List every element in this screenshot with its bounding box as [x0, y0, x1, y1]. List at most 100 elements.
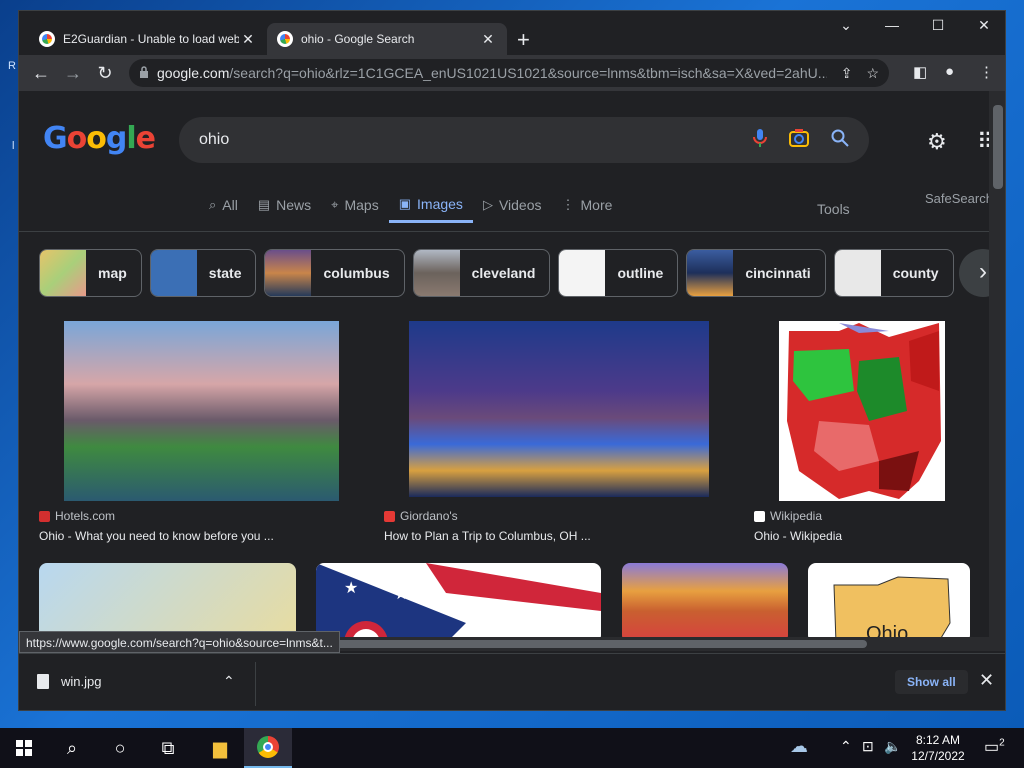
reload-button[interactable]: ↻ — [93, 61, 117, 85]
chip-columbus[interactable]: columbus — [264, 249, 405, 297]
search-icon[interactable]: ⌕ — [48, 728, 96, 768]
network-icon[interactable]: ⊡ — [862, 738, 874, 755]
windows-logo-icon — [16, 740, 32, 756]
image-result[interactable] — [39, 563, 296, 637]
maximize-button[interactable]: ☐ — [915, 17, 961, 34]
address-bar[interactable]: google.com/search?q=ohio&rlz=1C1GCEA_enU… — [129, 59, 889, 87]
back-button[interactable]: ← — [29, 61, 53, 85]
play-icon: ▷ — [482, 197, 493, 212]
logo-letter: o — [66, 121, 88, 156]
tools-button[interactable]: Tools — [817, 201, 850, 217]
tab-search-button[interactable]: ⌄ — [823, 17, 869, 34]
gear-icon[interactable]: ⚙ — [927, 129, 947, 155]
task-view-icon[interactable]: ⧉ — [144, 728, 192, 768]
side-panel-icon[interactable]: ◧ — [913, 63, 927, 81]
chip-cleveland[interactable]: cleveland — [412, 249, 551, 297]
logo-letter: G — [43, 121, 68, 156]
clock-time: 8:12 AM — [915, 733, 961, 747]
chrome-center — [263, 742, 273, 752]
system-clock[interactable]: 8:12 AM 12/7/2022 — [906, 732, 970, 764]
menu-dots-icon[interactable]: ⋮ — [979, 63, 994, 81]
chevron-up-icon[interactable]: ⌃ — [223, 673, 235, 690]
tab-news[interactable]: ▤ News — [248, 187, 321, 223]
profile-icon[interactable]: ● — [945, 63, 954, 80]
safesearch-button[interactable]: SafeSearch — [925, 191, 989, 206]
svg-text:★: ★ — [394, 586, 408, 603]
status-bar-url: https://www.google.com/search?q=ohio&sou… — [19, 631, 340, 653]
svg-text:★: ★ — [344, 580, 358, 597]
volume-icon[interactable]: 🔈 — [884, 738, 901, 755]
new-tab-button[interactable]: + — [517, 27, 530, 53]
google-logo[interactable]: Google — [43, 121, 156, 156]
result-image[interactable] — [779, 321, 945, 501]
tab-title: E2Guardian - Unable to load web page — [63, 32, 239, 46]
bookmark-star-icon[interactable]: ☆ — [866, 65, 879, 82]
chevron-up-icon[interactable]: ⌃ — [840, 738, 852, 755]
show-all-button[interactable]: Show all — [895, 670, 968, 694]
result-caption[interactable]: Ohio - What you need to know before you … — [39, 529, 274, 543]
close-window-button[interactable]: ✕ — [961, 17, 1005, 34]
search-icon[interactable] — [831, 129, 849, 152]
vertical-scrollbar[interactable] — [989, 91, 1005, 637]
close-download-bar-icon[interactable]: ✕ — [979, 670, 994, 691]
tab-label: Images — [417, 195, 463, 212]
url-text[interactable]: google.com/search?q=ohio&rlz=1C1GCEA_enU… — [157, 65, 827, 81]
cortana-icon[interactable]: ○ — [96, 728, 144, 768]
tab-ohio-search[interactable]: ohio - Google Search ✕ — [267, 23, 507, 55]
result-caption[interactable]: Ohio - Wikipedia — [754, 529, 842, 543]
image-result[interactable] — [622, 563, 788, 637]
tab-all[interactable]: ⌕ All — [199, 187, 248, 223]
result-source[interactable]: Hotels.com — [39, 509, 115, 523]
notification-count: 2 — [999, 737, 1005, 749]
chip-thumbnail — [834, 250, 881, 296]
desktop-edge-glyph: R — [8, 60, 16, 72]
giordanos-favicon-icon — [384, 510, 395, 522]
ohio-flag-graphic: ★ ★ ★ — [316, 563, 601, 637]
map-label: Ohio — [866, 623, 909, 637]
result-source[interactable]: Wikipedia — [754, 509, 822, 523]
lock-icon[interactable] — [139, 65, 149, 81]
start-button[interactable] — [0, 728, 48, 768]
file-explorer-icon[interactable]: ▆ — [196, 728, 244, 768]
tab-videos[interactable]: ▷ Videos — [473, 187, 552, 223]
news-icon: ▤ — [257, 197, 271, 212]
chip-outline[interactable]: outline — [558, 249, 679, 297]
tab-close-icon[interactable]: ✕ — [479, 31, 497, 48]
result-image[interactable] — [409, 321, 709, 497]
tab-maps[interactable]: ⌖ Maps — [321, 187, 389, 223]
chip-map[interactable]: map — [39, 249, 142, 297]
search-input[interactable] — [199, 131, 731, 149]
chip-county[interactable]: county — [833, 249, 954, 297]
chip-cincinnati[interactable]: cincinnati — [686, 249, 826, 297]
tab-e2guardian[interactable]: E2Guardian - Unable to load web page ✕ — [29, 23, 267, 55]
related-chips: map state columbus cleveland outline cin… — [39, 249, 954, 297]
result-source[interactable]: Giordano's — [384, 509, 458, 523]
source-label: Hotels.com — [55, 509, 116, 523]
tab-images[interactable]: ▣ Images — [388, 187, 473, 223]
tab-more[interactable]: ⋮ More — [552, 187, 623, 223]
image-result[interactable]: ★ ★ ★ — [316, 563, 601, 637]
microphone-icon[interactable] — [753, 128, 767, 153]
apps-grid-icon[interactable]: ⠿ — [977, 129, 989, 155]
hotels-favicon-icon — [39, 510, 50, 522]
source-label: Wikipedia — [770, 509, 823, 523]
onedrive-cloud-icon[interactable]: ☁ — [790, 736, 808, 757]
chip-state[interactable]: state — [149, 249, 257, 297]
image-result[interactable]: Ohio — [808, 563, 970, 637]
chips-next-button[interactable]: › — [959, 249, 989, 297]
chrome-taskbar-icon[interactable] — [244, 728, 292, 768]
chip-label: outline — [617, 265, 664, 281]
tab-close-icon[interactable]: ✕ — [239, 31, 257, 48]
tab-label: News — [276, 197, 312, 213]
result-caption[interactable]: How to Plan a Trip to Columbus, OH ... — [384, 529, 591, 543]
result-image[interactable] — [64, 321, 339, 501]
search-box[interactable] — [179, 117, 869, 163]
minimize-button[interactable]: — — [869, 17, 915, 33]
chip-label: cincinnati — [745, 265, 811, 281]
scroll-thumb[interactable] — [993, 105, 1003, 189]
camera-lens-icon[interactable] — [789, 128, 809, 152]
forward-button[interactable]: → — [61, 61, 85, 85]
download-item[interactable]: win.jpg — [37, 674, 101, 689]
share-icon[interactable]: ⇪ — [841, 65, 853, 82]
notification-center-icon[interactable]: ▭2 — [984, 737, 1005, 757]
